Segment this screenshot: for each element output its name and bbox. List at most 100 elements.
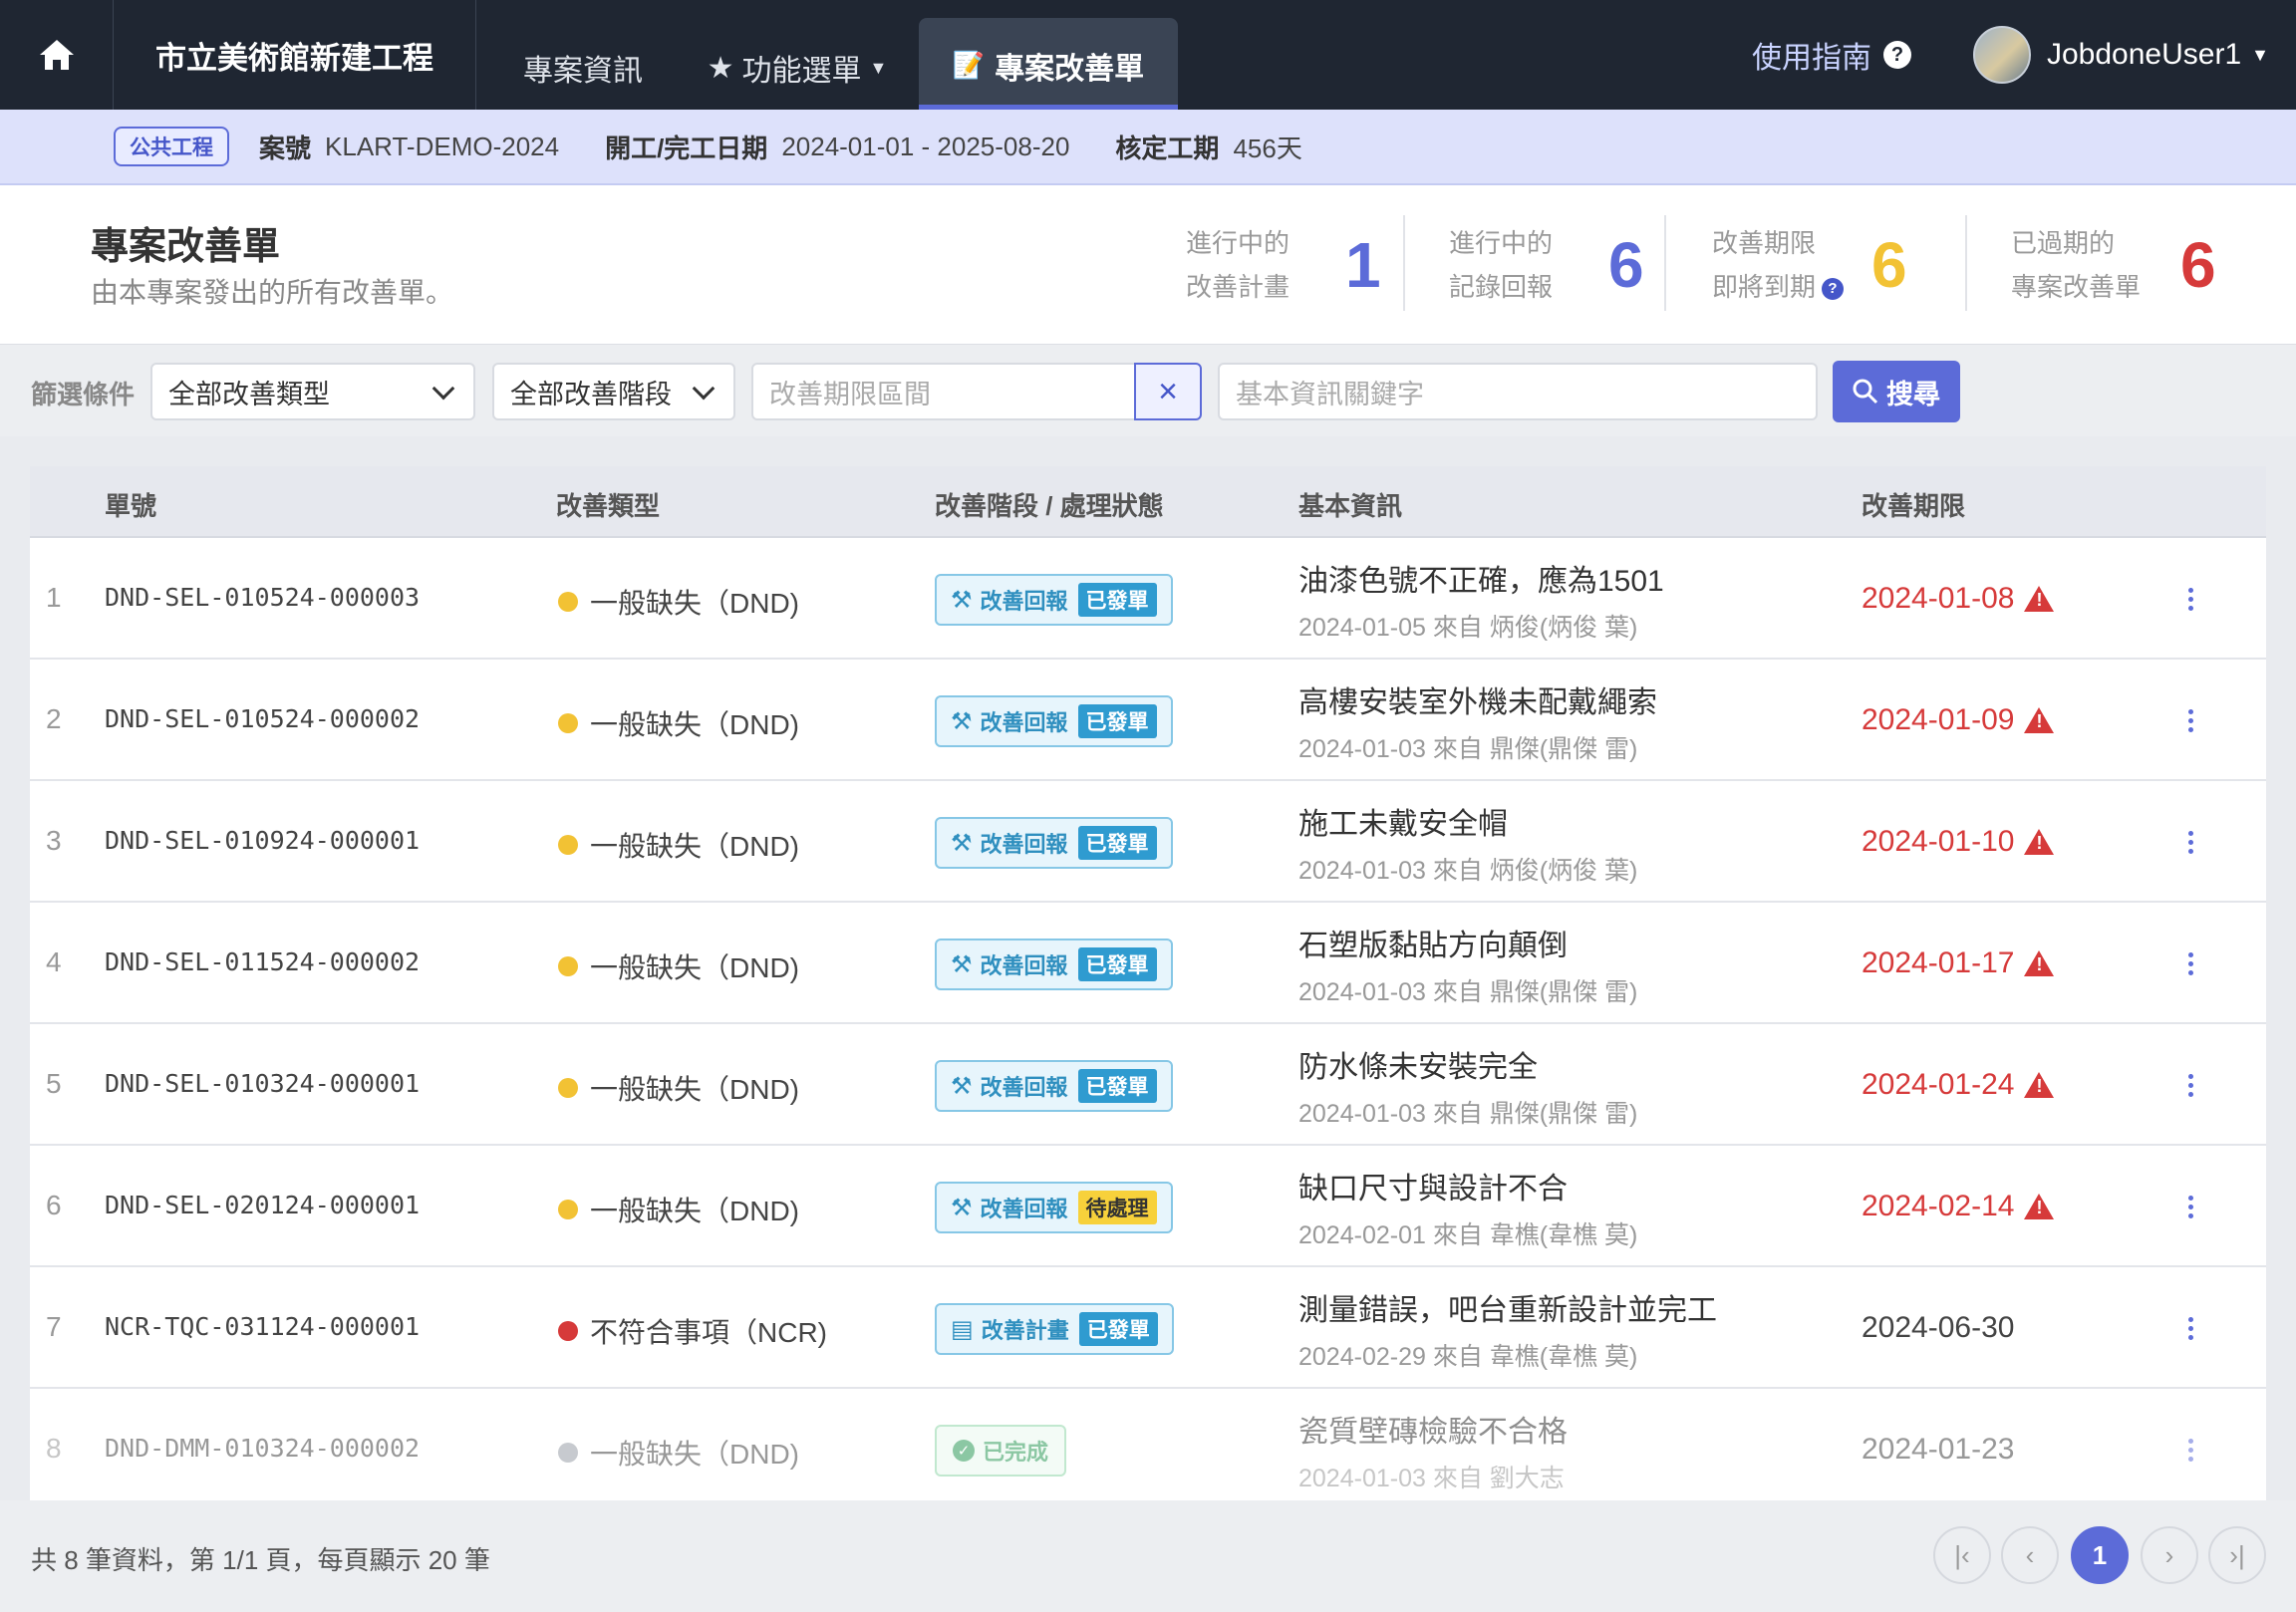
stat-value: 1 xyxy=(1345,229,1381,301)
info-subtitle: 2024-01-03 來自 炳俊(炳俊 葉) xyxy=(1298,857,1638,885)
order-code[interactable]: DND-SEL-010924-000001 xyxy=(105,826,420,855)
table-row[interactable]: 5 DND-SEL-010324-000001 一般缺失（DND) ⚒ 改善回報 已發單 防… xyxy=(30,1024,2266,1146)
clear-period-button[interactable]: × xyxy=(1134,363,1202,420)
status-badge: 已發單 xyxy=(1078,1312,1158,1346)
improvement-orders-table: 單號 改善類型 改善階段 / 處理狀態 基本資訊 改善期限 1 DND-SEL-0… xyxy=(30,466,2266,1500)
tab-project-info[interactable]: 專案資訊 xyxy=(498,18,668,110)
row-number: 4 xyxy=(46,946,62,977)
order-code[interactable]: DND-SEL-011524-000002 xyxy=(105,947,420,976)
kebab-dot xyxy=(2187,1073,2193,1079)
stat-divider xyxy=(1403,215,1405,311)
kebab-dot xyxy=(2187,1204,2193,1209)
search-icon xyxy=(1853,379,1878,404)
search-button[interactable]: 搜尋 xyxy=(1833,361,1960,422)
kebab-dot xyxy=(2187,1082,2193,1088)
first-page-button[interactable]: |‹ xyxy=(1933,1526,1991,1584)
project-name[interactable]: 市立美術館新建工程 xyxy=(114,0,476,110)
deadline-date: 2024-02-14 xyxy=(1862,1190,2015,1222)
deadline: 2024-02-14 xyxy=(1862,1190,2055,1223)
row-actions-button[interactable] xyxy=(2180,1303,2200,1353)
tab-improvement-orders[interactable]: 📝 專案改善單 xyxy=(919,18,1178,110)
order-code[interactable]: DND-SEL-010324-000001 xyxy=(105,1069,420,1098)
tab-label: 功能選單 xyxy=(741,55,862,88)
help-icon[interactable]: ? xyxy=(1822,278,1845,301)
type-label: 一般缺失（DND) xyxy=(590,709,799,740)
improvement-type: 一般缺失（DND) xyxy=(558,703,799,743)
kebab-dot xyxy=(2187,708,2193,714)
info-title[interactable]: 高樓安裝室外機未配戴繩索 xyxy=(1298,677,1657,721)
stage-select[interactable]: 全部改善階段 xyxy=(492,363,735,420)
table-row[interactable]: 2 DND-SEL-010524-000002 一般缺失（DND) ⚒ 改善回報 已發單 高… xyxy=(30,660,2266,781)
info-title[interactable]: 施工未戴安全帽 xyxy=(1298,799,1508,843)
type-dot xyxy=(558,713,578,733)
table-row[interactable]: 6 DND-SEL-020124-000001 一般缺失（DND) ⚒ 改善回報 待處理 缺… xyxy=(30,1146,2266,1267)
order-code[interactable]: DND-SEL-010524-000003 xyxy=(105,583,420,612)
type-dot xyxy=(558,1321,578,1341)
deadline-date: 2024-01-17 xyxy=(1862,946,2015,979)
order-code[interactable]: DND-DMM-010324-000002 xyxy=(105,1434,420,1463)
improvement-type: 一般缺失（DND) xyxy=(558,946,799,986)
tools-icon: ⚒ xyxy=(951,829,973,857)
info-title[interactable]: 瓷質壁磚檢驗不合格 xyxy=(1298,1407,1568,1451)
kebab-dot xyxy=(2187,1212,2193,1218)
info-title[interactable]: 石塑版黏貼方向顛倒 xyxy=(1298,921,1568,964)
caret-down-icon: ▼ xyxy=(2251,44,2269,65)
row-actions-button[interactable] xyxy=(2180,1425,2200,1475)
row-actions-button[interactable] xyxy=(2180,939,2200,988)
kebab-dot xyxy=(2187,1447,2193,1453)
date-value: 2024-01-01 - 2025-08-20 xyxy=(781,131,1070,161)
row-actions-button[interactable] xyxy=(2180,574,2200,624)
info-title[interactable]: 防水條未安裝完全 xyxy=(1298,1042,1538,1086)
table-row[interactable]: 7 NCR-TQC-031124-000001 不符合事項（NCR) ▤ 改善計畫 已發單… xyxy=(30,1267,2266,1389)
info-title[interactable]: 測量錯誤，吧台重新設計並完工 xyxy=(1298,1285,1717,1329)
table-row[interactable]: 4 DND-SEL-011524-000002 一般缺失（DND) ⚒ 改善回報 已發單 石… xyxy=(30,903,2266,1024)
info-title[interactable]: 油漆色號不正確，應為1501 xyxy=(1298,556,1664,600)
page-subtitle: 由本專案發出的所有改善單。 xyxy=(91,277,454,308)
row-actions-button[interactable] xyxy=(2180,1060,2200,1110)
order-code[interactable]: DND-SEL-020124-000001 xyxy=(105,1191,420,1219)
info-subtitle: 2024-01-03 來自 鼎傑(鼎傑 雷) xyxy=(1298,1100,1638,1128)
warning-icon xyxy=(2024,1194,2055,1219)
row-actions-button[interactable] xyxy=(2180,695,2200,745)
tab-label: 專案資訊 xyxy=(523,55,643,88)
user-guide-link[interactable]: 使用指南 ? xyxy=(1752,0,1911,110)
status-badge: 待處理 xyxy=(1077,1191,1157,1224)
type-select[interactable]: 全部改善類型 xyxy=(150,363,475,420)
info-subtitle: 2024-01-03 來自 鼎傑(鼎傑 雷) xyxy=(1298,978,1638,1006)
info-title[interactable]: 缺口尺寸與設計不合 xyxy=(1298,1164,1568,1208)
stage-label: 改善回報 xyxy=(980,832,1068,857)
kebab-dot xyxy=(2187,839,2193,845)
next-page-button[interactable]: › xyxy=(2141,1526,2198,1584)
last-page-button[interactable]: ›| xyxy=(2208,1526,2266,1584)
row-actions-button[interactable] xyxy=(2180,817,2200,867)
tools-icon: ⚒ xyxy=(951,950,973,978)
period-input[interactable]: 改善期限區間 xyxy=(751,363,1136,420)
column-header-info: 基本資訊 xyxy=(1298,491,1403,521)
stage-badge: ⚒ 改善回報 已發單 xyxy=(935,574,1173,626)
stage-label: 改善回報 xyxy=(980,710,1068,735)
row-number: 6 xyxy=(46,1190,62,1220)
order-code[interactable]: NCR-TQC-031124-000001 xyxy=(105,1312,420,1341)
table-row[interactable]: 8 DND-DMM-010324-000002 一般缺失（DND) ✓ 已完成 瓷質壁磚檢… xyxy=(30,1389,2266,1500)
info-subtitle: 2024-01-03 來自 劉大志 xyxy=(1298,1465,1565,1492)
prev-page-button[interactable]: ‹ xyxy=(2001,1526,2059,1584)
tab-function-menu[interactable]: ★ 功能選單 ▼ xyxy=(688,18,907,110)
project-type-badge: 公共工程 xyxy=(114,127,229,166)
table-row[interactable]: 3 DND-SEL-010924-000001 一般缺失（DND) ⚒ 改善回報 已發單 施… xyxy=(30,781,2266,903)
order-code[interactable]: DND-SEL-010524-000002 xyxy=(105,704,420,733)
table-row[interactable]: 1 DND-SEL-010524-000003 一般缺失（DND) ⚒ 改善回報 已發單 油… xyxy=(30,538,2266,660)
page-1-button[interactable]: 1 xyxy=(2071,1526,2129,1584)
type-label: 一般缺失（DND) xyxy=(590,831,799,862)
row-actions-button[interactable] xyxy=(2180,1182,2200,1231)
stat-active-reports: 進行中的 記錄回報 6 xyxy=(1449,215,1644,315)
kebab-dot xyxy=(2187,1195,2193,1201)
stage-badge: ⚒ 改善回報 已發單 xyxy=(935,817,1173,869)
keyword-input[interactable]: 基本資訊關鍵字 xyxy=(1218,363,1818,420)
kebab-dot xyxy=(2187,1325,2193,1331)
user-menu[interactable]: JobdoneUser1 ▼ xyxy=(1973,0,2269,110)
period-placeholder: 改善期限區間 xyxy=(769,379,931,409)
row-number: 5 xyxy=(46,1068,62,1099)
tab-label: 專案改善單 xyxy=(995,52,1145,86)
home-button[interactable] xyxy=(0,0,114,110)
kebab-dot xyxy=(2187,969,2193,975)
